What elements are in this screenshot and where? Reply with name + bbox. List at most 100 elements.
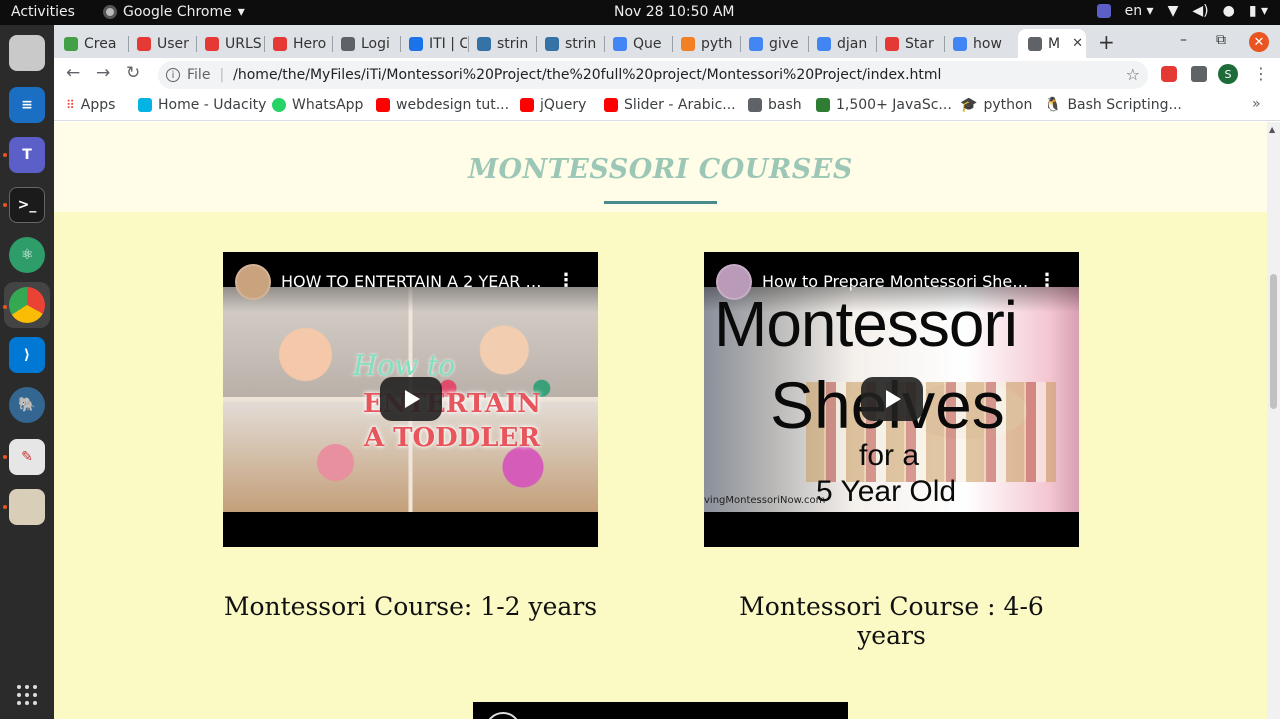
bookmarks-bar: ⠿ Apps Home - Udacity WhatsApp webdesign …: [54, 91, 1280, 121]
bookmark-udacity[interactable]: Home - Udacity: [138, 97, 266, 113]
language-indicator[interactable]: en ▾: [1125, 3, 1154, 19]
linux-penguin-icon: 🐧: [1044, 97, 1062, 113]
thumbnail-text: 5 Year Old: [816, 475, 957, 508]
courses-body: How to ENTERTAIN A TODDLER HOW TO ENTERT…: [54, 212, 1267, 719]
title-underline: [604, 201, 717, 204]
writer-icon[interactable]: ≡: [9, 87, 45, 123]
tab-3[interactable]: Hero: [263, 29, 331, 58]
browser-window: Crea User URLS Hero Logi ITI | C strin s…: [54, 25, 1280, 719]
activities-button[interactable]: Activities: [11, 4, 75, 20]
files-icon[interactable]: [9, 35, 45, 71]
battery-icon[interactable]: ▮ ▾: [1249, 3, 1268, 19]
bookmark-jquery[interactable]: jQuery: [520, 97, 586, 113]
tab-0[interactable]: Crea: [54, 29, 124, 58]
tab-9[interactable]: pyth: [671, 29, 739, 58]
profile-avatar[interactable]: S: [1218, 64, 1238, 84]
vscode-icon[interactable]: ⟩: [9, 337, 45, 373]
bookmark-javascript[interactable]: 1,500+ JavaSc...: [816, 97, 952, 113]
new-tab-icon[interactable]: +: [1098, 30, 1115, 54]
video-embed-2[interactable]: Montessori Shelves for a 5 Year Old ving…: [704, 252, 1079, 547]
youtube-icon: [604, 98, 618, 112]
course-caption-2: Montessori Course : 4-6 years: [739, 592, 1044, 650]
system-tray: en ▾ ▼ ◀) ● ▮ ▾: [1096, 3, 1268, 19]
address-bar[interactable]: i File | /home/the/MyFiles/iTi/Montessor…: [158, 61, 1148, 89]
atom-icon[interactable]: ⚛: [9, 237, 45, 273]
apps-grid-icon: ⠿: [66, 98, 75, 112]
bookmark-whatsapp[interactable]: WhatsApp: [272, 97, 363, 113]
tab-4[interactable]: Logi: [331, 29, 399, 58]
info-icon[interactable]: i: [166, 68, 180, 82]
bookmark-star-icon[interactable]: ☆: [1126, 65, 1140, 84]
bookmark-bash[interactable]: bash: [748, 97, 802, 113]
more-bookmarks-icon[interactable]: »: [1252, 96, 1261, 112]
browser-toolbar: ← → ↻ i File | /home/the/MyFiles/iTi/Mon…: [54, 58, 1280, 91]
tab-6[interactable]: strin: [467, 29, 535, 58]
url-text[interactable]: /home/the/MyFiles/iTi/Montessori%20Proje…: [233, 67, 941, 83]
clock[interactable]: Nov 28 10:50 AM: [614, 4, 735, 20]
window-close-icon[interactable]: ✕: [1249, 32, 1269, 52]
terminal-icon[interactable]: >_: [9, 187, 45, 223]
chrome-menu-icon[interactable]: ⋮: [1253, 64, 1269, 83]
teams-icon[interactable]: T: [9, 137, 45, 173]
page-scrollbar[interactable]: ▲: [1267, 122, 1280, 719]
reload-icon[interactable]: ↻: [126, 63, 140, 83]
scrollbar-thumb[interactable]: [1270, 274, 1277, 409]
tab-12[interactable]: Star: [875, 29, 943, 58]
google-icon: [749, 36, 763, 51]
tab-10[interactable]: give: [739, 29, 807, 58]
play-icon[interactable]: [861, 377, 923, 421]
folder-icon: [748, 98, 762, 112]
app-menu[interactable]: Google Chrome ▾: [103, 4, 245, 20]
stackoverflow-icon: [681, 36, 695, 51]
show-applications-icon[interactable]: [17, 685, 37, 705]
bookmark-webdesign[interactable]: webdesign tut...: [376, 97, 509, 113]
back-icon[interactable]: ←: [66, 63, 80, 83]
tab-1[interactable]: User: [127, 29, 195, 58]
extension-icon[interactable]: [1161, 66, 1177, 82]
running-indicator: [3, 505, 7, 509]
video-title[interactable]: HOW TO ENTERTAIN A 2 YEAR OLD: [281, 272, 551, 291]
tab-5[interactable]: ITI | C: [399, 29, 467, 58]
archive-icon[interactable]: [9, 489, 45, 525]
channel-avatar[interactable]: [716, 264, 752, 300]
video-title[interactable]: How to Prepare Montessori Shelves: [762, 272, 1032, 291]
extensions-puzzle-icon[interactable]: [1191, 66, 1207, 82]
running-indicator: [3, 455, 7, 459]
video-menu-icon[interactable]: ⋮: [1038, 270, 1056, 291]
text-editor-icon[interactable]: ✎: [9, 439, 45, 475]
chrome-icon[interactable]: [9, 287, 45, 323]
youtube-icon: [885, 36, 899, 51]
graduation-cap-icon: 🎓: [960, 97, 978, 113]
minimize-icon[interactable]: –: [1180, 32, 1187, 48]
postgresql-icon[interactable]: 🐘: [9, 387, 45, 423]
tab-7[interactable]: strin: [535, 29, 603, 58]
tab-8[interactable]: Que: [603, 29, 671, 58]
courses-header: MONTESSORI COURSES: [54, 122, 1267, 212]
maximize-icon[interactable]: ⧉: [1216, 32, 1226, 48]
system-top-bar: Activities Google Chrome ▾ Nov 28 10:50 …: [0, 0, 1280, 25]
volume-icon[interactable]: ◀): [1192, 3, 1208, 19]
video-embed-1[interactable]: How to ENTERTAIN A TODDLER HOW TO ENTERT…: [223, 252, 598, 547]
globe-icon: [1028, 36, 1042, 51]
tab-2[interactable]: URLS: [195, 29, 263, 58]
wifi-icon[interactable]: ▼: [1168, 3, 1179, 19]
channel-avatar[interactable]: [235, 264, 271, 300]
channel-avatar[interactable]: [485, 712, 521, 719]
bookmark-bash-scripting[interactable]: 🐧 Bash Scripting...: [1044, 97, 1182, 113]
bookmark-slider[interactable]: Slider - Arabic...: [604, 97, 736, 113]
microphone-icon[interactable]: ●: [1223, 3, 1235, 19]
tab-13[interactable]: how: [943, 29, 1011, 58]
teams-tray-icon[interactable]: [1096, 4, 1111, 18]
scroll-up-icon[interactable]: ▲: [1269, 125, 1275, 134]
video-embed-3[interactable]: [473, 702, 848, 719]
course-caption-1: Montessori Course: 1-2 years: [223, 592, 598, 621]
thumbnail-watermark: vingMontessoriNow.com: [704, 495, 826, 506]
close-tab-icon[interactable]: ✕: [1072, 36, 1083, 51]
forward-icon[interactable]: →: [96, 63, 110, 83]
bookmark-python[interactable]: 🎓 python: [960, 97, 1032, 113]
tab-11[interactable]: djan: [807, 29, 875, 58]
tab-14-active[interactable]: M ✕: [1018, 29, 1086, 58]
bookmark-apps[interactable]: ⠿ Apps: [66, 97, 115, 113]
video-menu-icon[interactable]: ⋮: [557, 270, 575, 291]
play-icon[interactable]: [380, 377, 442, 421]
